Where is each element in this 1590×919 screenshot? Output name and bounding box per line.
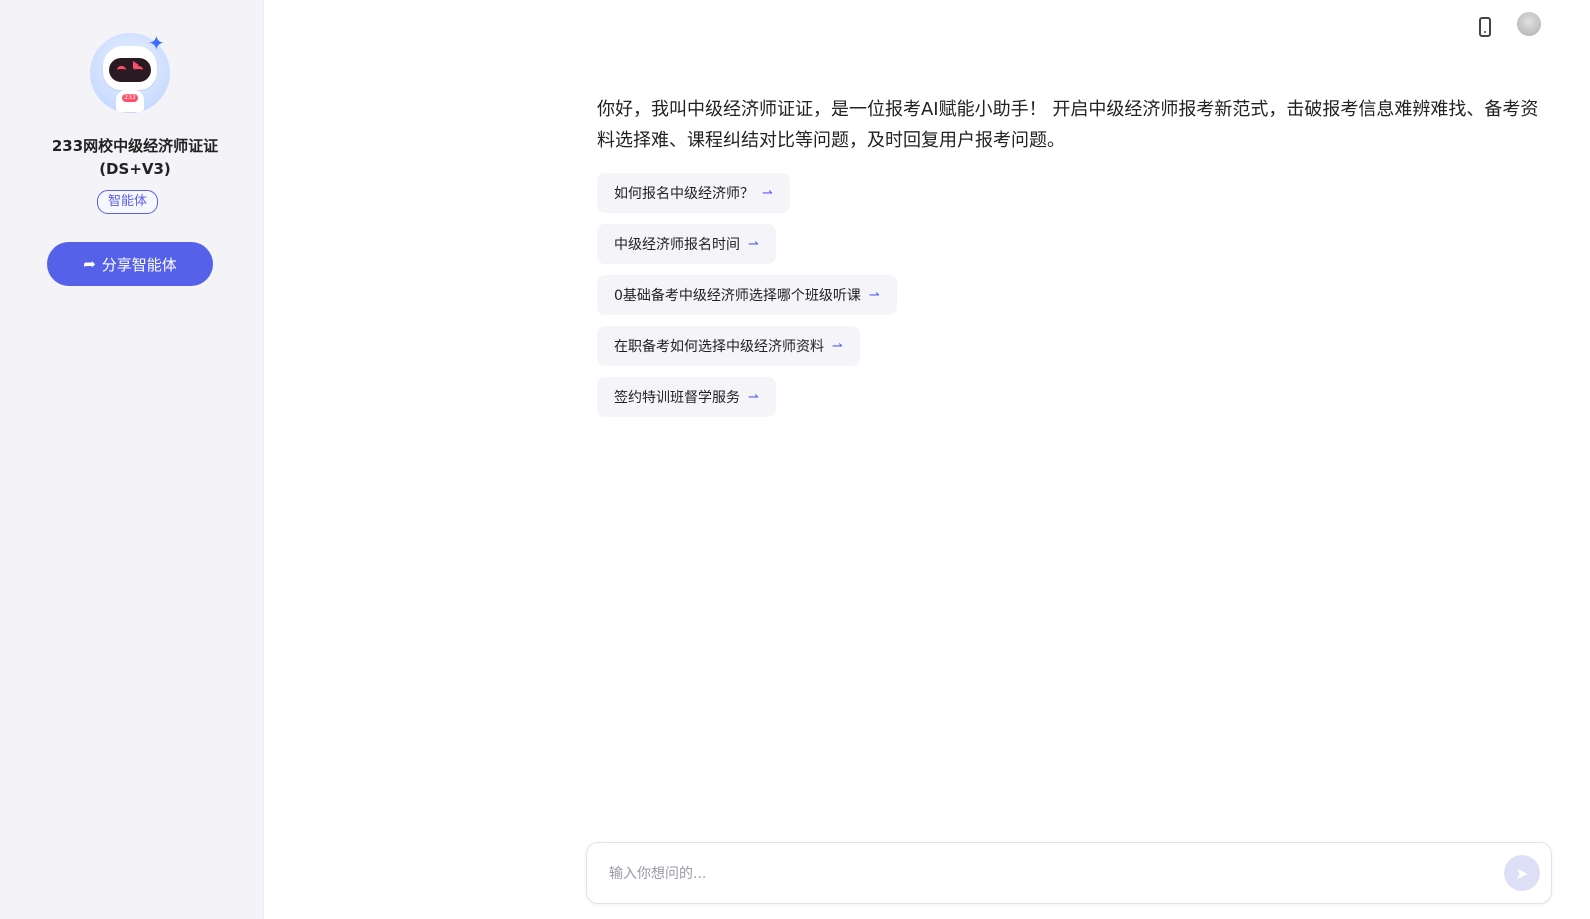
agent-name-line2: (DS+V3) — [99, 160, 171, 178]
agent-type-badge: 智能体 — [97, 190, 159, 214]
arrow-right-icon: ⇀ — [762, 185, 773, 201]
chat-input-container: ➤ — [586, 842, 1552, 904]
arrow-right-icon: ⇀ — [748, 389, 759, 405]
arrow-right-icon: ⇀ — [868, 287, 880, 303]
suggestion-label: 中级经济师报名时间 — [614, 237, 740, 253]
suggestion-label: 0基础备考中级经济师选择哪个班级听课 — [614, 288, 861, 304]
agent-name-line1: 233网校中级经济师证证 — [51, 137, 219, 155]
robot-eye-left — [117, 66, 126, 74]
arrow-right-icon: ⇀ — [748, 236, 759, 252]
chat-input[interactable] — [607, 861, 1471, 887]
robot-badge: 233 — [122, 94, 138, 102]
suggestion-chip[interactable]: 签约特训班督学服务 ⇀ — [597, 377, 776, 417]
intro-message: 你好，我叫中级经济师证证，是一位报考AI赋能小助手！ 开启中级经济师报考新范式，… — [597, 99, 1539, 151]
sparkle-icon: ✦ — [148, 31, 165, 55]
sidebar: 233 ✦ 233网校中级经济师证证 (DS+V3) 智能体 ➦ 分享智能体 — [0, 0, 264, 919]
suggestion-chip[interactable]: 0基础备考中级经济师选择哪个班级听课 ⇀ — [597, 275, 897, 315]
share-agent-button[interactable]: ➦ 分享智能体 — [47, 242, 213, 286]
agent-avatar: 233 ✦ — [90, 33, 170, 113]
send-button[interactable]: ➤ — [1504, 855, 1540, 891]
app-root: 233 ✦ 233网校中级经济师证证 (DS+V3) 智能体 ➦ 分享智能体 你… — [0, 0, 1590, 919]
suggestion-label: 签约特训班督学服务 — [614, 390, 740, 406]
agent-name: 233网校中级经济师证证 (DS+V3) — [20, 135, 250, 181]
suggestion-chip[interactable]: 如何报名中级经济师？ ⇀ — [597, 173, 790, 213]
user-avatar[interactable] — [1517, 12, 1541, 36]
share-button-label: 分享智能体 — [101, 255, 177, 274]
send-icon: ➤ — [1515, 863, 1529, 883]
mobile-phone-icon[interactable] — [1479, 17, 1491, 37]
robot-visor — [109, 58, 151, 82]
robot-eye-right — [134, 66, 143, 74]
suggestion-chip[interactable]: 在职备考如何选择中级经济师资料 ⇀ — [597, 326, 860, 366]
arrow-right-icon: ⇀ — [832, 338, 843, 354]
robot-body: 233 — [116, 90, 144, 112]
share-icon: ➦ — [83, 255, 96, 273]
suggestion-label: 在职备考如何选择中级经济师资料 — [614, 339, 824, 355]
suggestion-chip[interactable]: 中级经济师报名时间 ⇀ — [597, 224, 776, 264]
suggestion-label: 如何报名中级经济师？ — [614, 186, 754, 202]
